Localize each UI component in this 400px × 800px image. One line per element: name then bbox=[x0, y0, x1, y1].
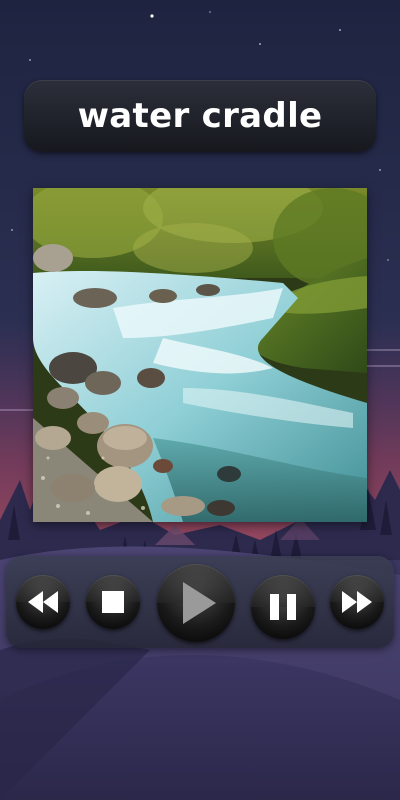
playback-controls bbox=[6, 556, 394, 648]
pause-icon bbox=[270, 594, 296, 620]
rewind-button[interactable] bbox=[16, 575, 70, 629]
stream-image bbox=[33, 188, 367, 522]
fast-forward-icon bbox=[342, 591, 372, 613]
stop-icon bbox=[102, 591, 124, 613]
rewind-icon bbox=[28, 591, 58, 613]
track-artwork bbox=[33, 188, 367, 522]
pause-button[interactable] bbox=[251, 575, 315, 639]
fast-forward-button[interactable] bbox=[330, 575, 384, 629]
app-screen: water cradle bbox=[0, 0, 400, 800]
title-banner: water cradle bbox=[24, 80, 376, 152]
stop-button[interactable] bbox=[86, 575, 140, 629]
track-title: water cradle bbox=[77, 96, 323, 136]
play-button[interactable] bbox=[157, 564, 235, 642]
play-icon bbox=[183, 582, 216, 624]
